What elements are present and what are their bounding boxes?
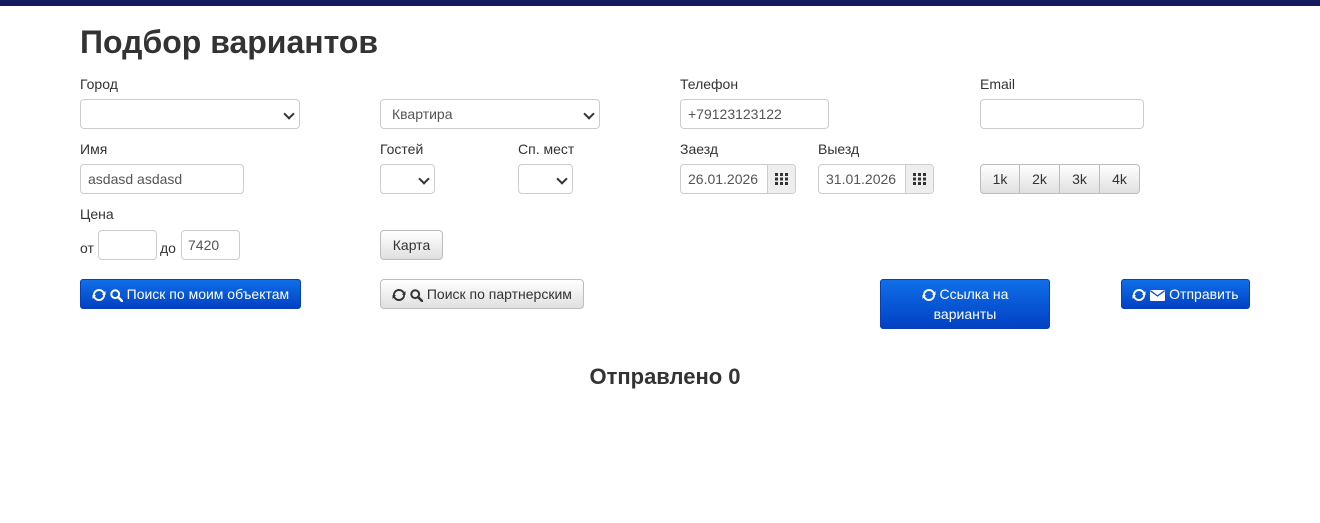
search-icon bbox=[110, 289, 123, 302]
rooms-3k-button[interactable]: 3k bbox=[1060, 164, 1100, 194]
calendar-icon bbox=[913, 173, 926, 185]
rooms-1k-button[interactable]: 1k bbox=[980, 164, 1020, 194]
variants-link-button[interactable]: Ссылка на варианты bbox=[880, 279, 1050, 329]
guests-select[interactable] bbox=[380, 164, 435, 194]
refresh-icon bbox=[1132, 289, 1146, 302]
guests-label: Гостей bbox=[380, 141, 424, 157]
calendar-button[interactable] bbox=[767, 165, 795, 193]
chevron-down-icon bbox=[418, 173, 430, 185]
map-button[interactable]: Карта bbox=[380, 230, 443, 260]
top-bar bbox=[0, 0, 1320, 6]
email-input[interactable] bbox=[980, 99, 1144, 129]
checkout-label: Выезд bbox=[818, 141, 860, 157]
rooms-4k-button[interactable]: 4k bbox=[1100, 164, 1140, 194]
city-label: Город bbox=[80, 76, 118, 92]
envelope-icon bbox=[1150, 289, 1166, 301]
checkin-label: Заезд bbox=[680, 141, 719, 157]
property-type-select[interactable]: Квартира bbox=[380, 99, 600, 129]
beds-label: Сп. мест bbox=[518, 141, 575, 157]
name-label: Имя bbox=[80, 141, 108, 157]
price-to-input[interactable]: 7420 bbox=[181, 230, 240, 260]
calendar-icon bbox=[775, 173, 788, 185]
sent-count-status: Отправлено 0 bbox=[589, 364, 741, 389]
checkout-value: 31.01.2026 bbox=[826, 171, 897, 187]
checkin-input[interactable]: 26.01.2026 bbox=[680, 164, 796, 194]
phone-input[interactable]: +79123123122 bbox=[680, 99, 829, 129]
variants-link-label-2: варианты bbox=[933, 306, 997, 322]
refresh-icon bbox=[922, 289, 936, 302]
send-button[interactable]: Отправить bbox=[1121, 279, 1250, 309]
calendar-button[interactable] bbox=[905, 165, 933, 193]
variants-link-label-1: Ссылка на bbox=[939, 286, 1009, 302]
page-title: Подбор вариантов bbox=[80, 24, 379, 60]
property-type-value: Квартира bbox=[392, 106, 453, 122]
chevron-down-icon bbox=[556, 173, 568, 185]
email-label: Email bbox=[980, 76, 1016, 92]
refresh-icon bbox=[92, 289, 106, 302]
price-label: Цена bbox=[80, 206, 114, 222]
checkout-input[interactable]: 31.01.2026 bbox=[818, 164, 934, 194]
refresh-icon bbox=[392, 289, 406, 302]
search-my-objects-button[interactable]: Поиск по моим объектам bbox=[80, 279, 301, 309]
city-select[interactable] bbox=[80, 99, 300, 129]
name-input[interactable]: asdasd asdasd bbox=[80, 164, 244, 194]
search-partners-button[interactable]: Поиск по партнерским bbox=[380, 279, 584, 309]
variants-link-line1: Ссылка на bbox=[881, 284, 1049, 304]
chevron-down-icon bbox=[583, 108, 595, 120]
phone-label: Телефон bbox=[680, 76, 739, 92]
price-from-input[interactable] bbox=[98, 230, 157, 260]
beds-select[interactable] bbox=[518, 164, 573, 194]
chevron-down-icon bbox=[283, 108, 295, 120]
checkin-value: 26.01.2026 bbox=[688, 171, 759, 187]
search-my-objects-label: Поиск по моим объектам bbox=[126, 286, 290, 302]
rooms-toggle-group: 1k 2k 3k 4k bbox=[980, 164, 1140, 194]
search-partners-label: Поиск по партнерским bbox=[426, 286, 572, 302]
send-label: Отправить bbox=[1169, 286, 1239, 302]
price-from-label: от bbox=[80, 240, 94, 256]
price-to-label: до bbox=[160, 240, 176, 256]
search-icon bbox=[410, 289, 423, 302]
rooms-2k-button[interactable]: 2k bbox=[1020, 164, 1060, 194]
